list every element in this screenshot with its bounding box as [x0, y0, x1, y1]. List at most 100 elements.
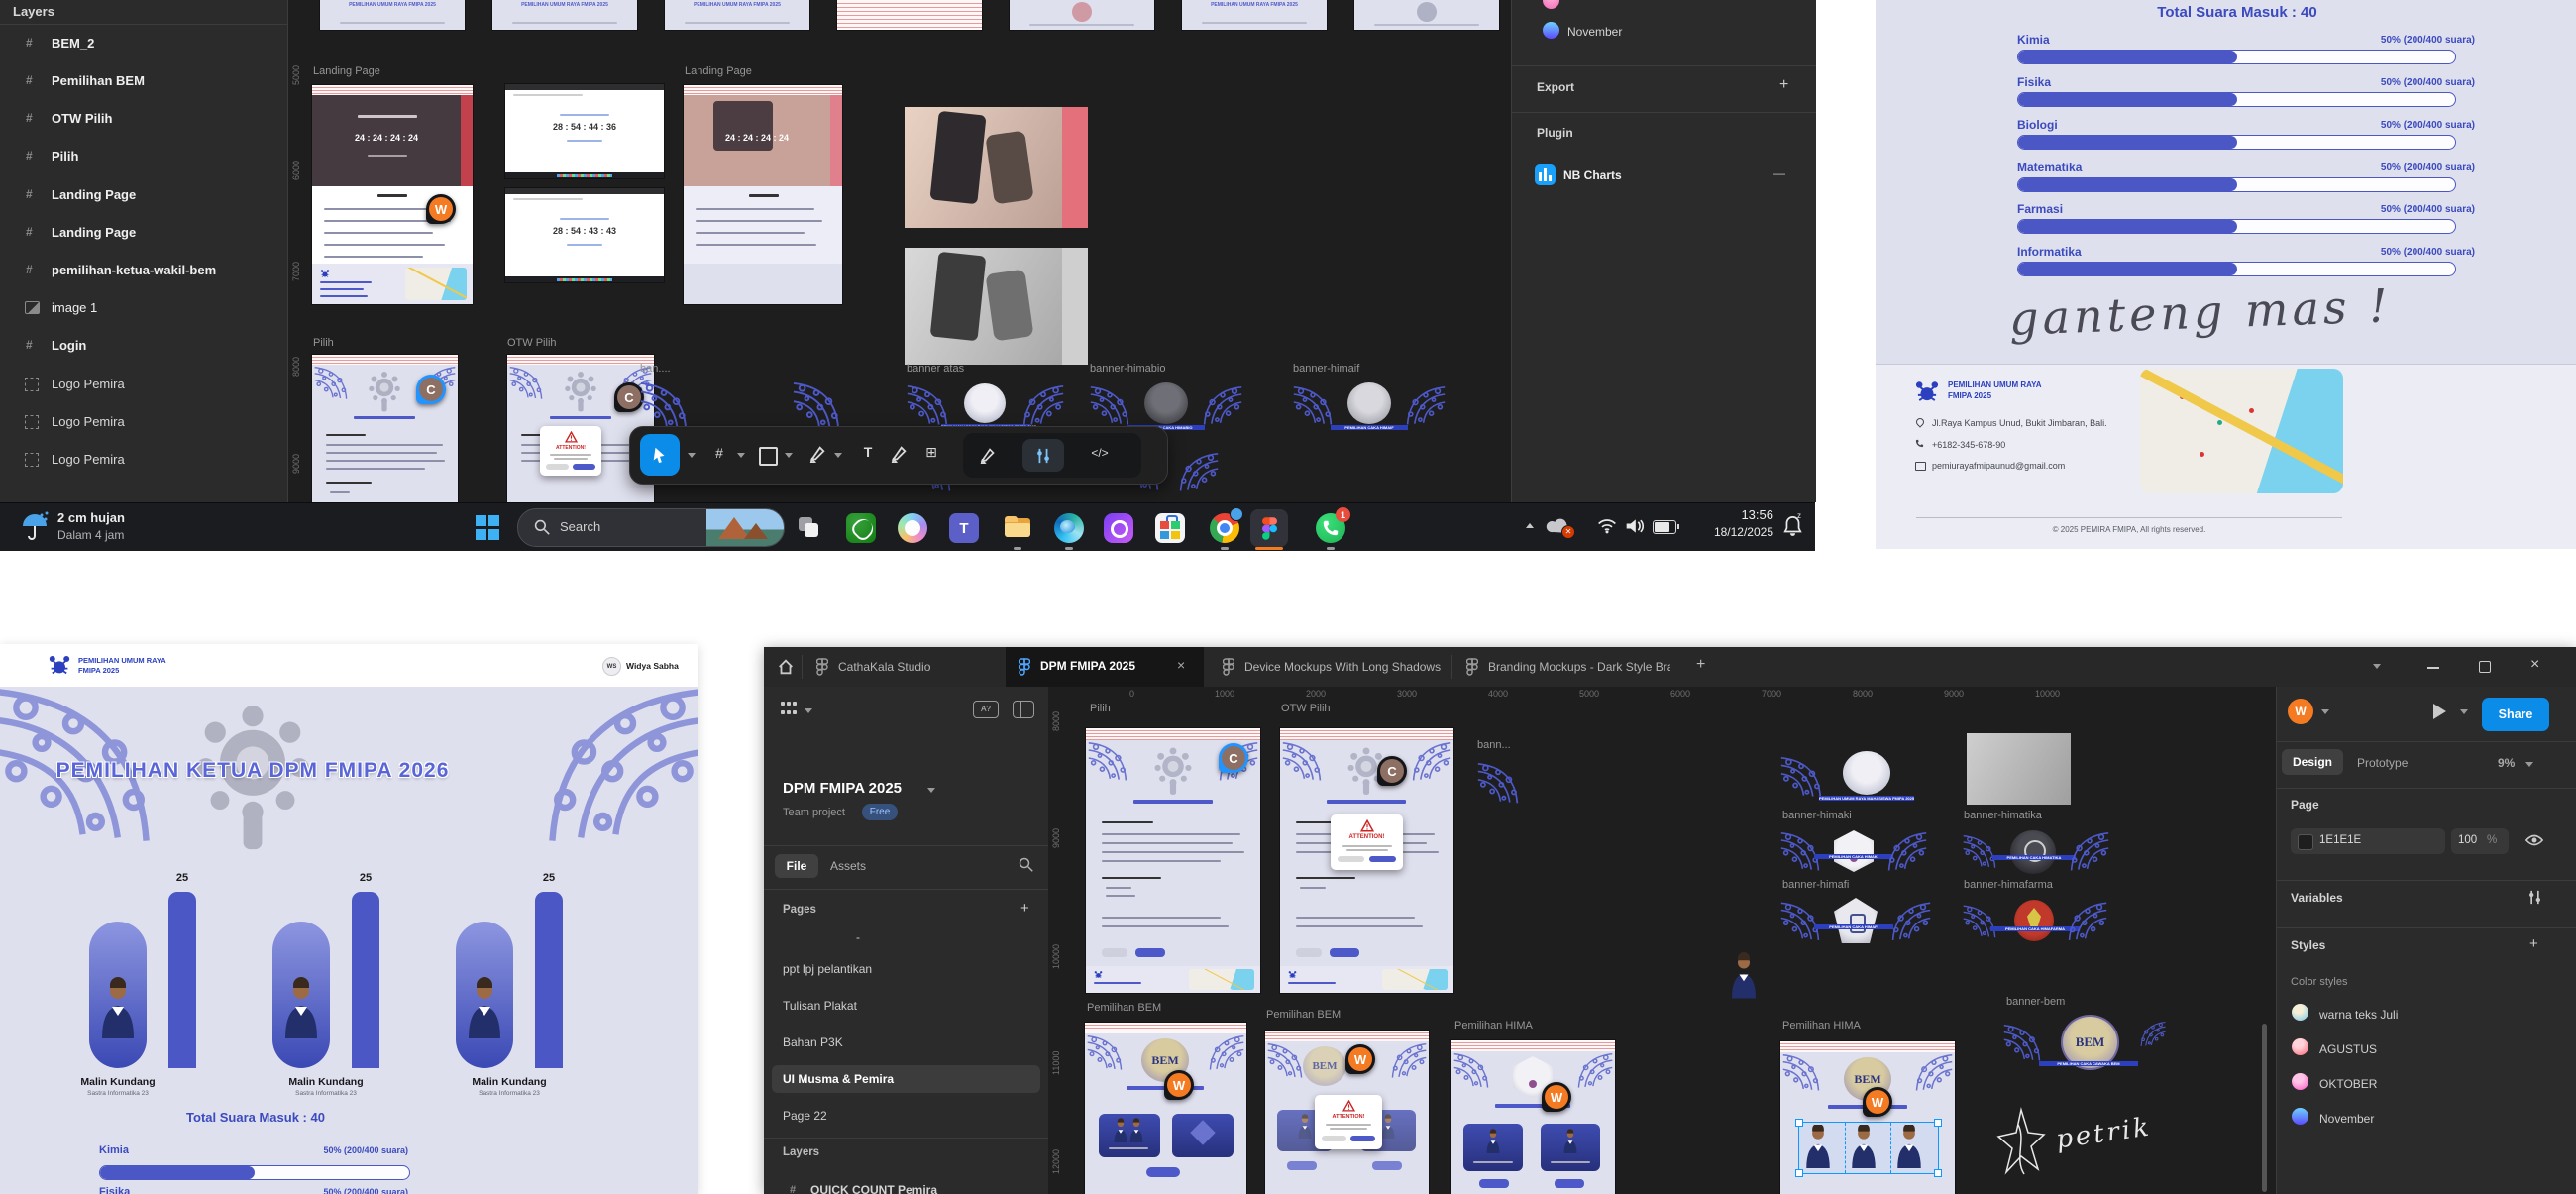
frame-label-bann[interactable]: bann...: [1477, 739, 1511, 751]
main-menu-icon[interactable]: [781, 702, 797, 717]
browser-screenshot-2[interactable]: 28 : 54 : 43 : 43: [505, 188, 664, 282]
frame-label-pilih[interactable]: Pilih: [1090, 703, 1111, 714]
color-style-label[interactable]: November: [2319, 1112, 2374, 1126]
ms-store-icon[interactable]: [1155, 513, 1185, 543]
banner-atas-photo-gray[interactable]: [905, 248, 1088, 365]
attention-modal[interactable]: ATTENTION!: [1315, 1095, 1382, 1149]
loop-icon[interactable]: [1104, 513, 1133, 543]
layer-row[interactable]: image 1: [0, 292, 287, 330]
frame-label-himafi[interactable]: banner-himafi: [1782, 879, 1849, 891]
search-icon[interactable]: [1019, 857, 1033, 872]
tab-branding-mockups[interactable]: Branding Mockups - Dark Style Brand: [1454, 647, 1670, 687]
weather-text[interactable]: 2 cm hujan: [57, 510, 125, 525]
page-section-title[interactable]: Page: [2291, 798, 2319, 812]
chevron-down-icon[interactable]: [2525, 762, 2533, 771]
battery-icon[interactable]: [1653, 520, 1676, 534]
pages-section-title[interactable]: Pages: [783, 904, 816, 916]
frame-label-himabio[interactable]: banner-himabio: [1090, 363, 1165, 375]
actions-tool-button[interactable]: ⊞: [919, 444, 943, 461]
clock-date[interactable]: 18/12/2025: [1684, 525, 1773, 539]
layer-row[interactable]: #Landing Page: [0, 217, 287, 255]
color-style-swatch[interactable]: [2292, 1038, 2308, 1055]
modal-ok-button[interactable]: [1350, 1136, 1375, 1141]
variables-icon[interactable]: [2527, 890, 2542, 905]
canvas-frame-partial[interactable]: PEMILIHAN UMUM RAYA FMIPA 2025: [320, 0, 465, 30]
file-name[interactable]: DPM FMIPA 2025: [783, 780, 902, 797]
rename-shortcut-icon[interactable]: A?: [973, 701, 999, 718]
color-style-swatch[interactable]: [2292, 1073, 2308, 1090]
frame-label-pbem2[interactable]: Pemilihan BEM: [1266, 1009, 1341, 1021]
frame-label-landing-2[interactable]: Landing Page: [685, 65, 752, 77]
frame-label-himatika[interactable]: banner-himatika: [1964, 810, 2042, 821]
dev-mode-toggle[interactable]: [1022, 439, 1064, 472]
plugin-item-label[interactable]: NB Charts: [1563, 168, 1622, 182]
frame-label-otw[interactable]: OTW Pilih: [1281, 703, 1331, 714]
color-style-label[interactable]: OKTOBER: [2319, 1077, 2377, 1091]
browser-screenshot-1[interactable]: 28 : 54 : 44 : 36: [505, 84, 664, 178]
new-tab-button[interactable]: [1696, 656, 1705, 674]
frame-label-himaif[interactable]: banner-himaif: [1293, 363, 1359, 375]
page-color-hex[interactable]: 1E1E1E: [2319, 834, 2361, 846]
frame-label-pbem1[interactable]: Pemilihan BEM: [1087, 1002, 1161, 1014]
text-tool-button[interactable]: T: [856, 444, 880, 460]
pencil-tool-button[interactable]: [890, 445, 908, 463]
user-avatar[interactable]: W: [2288, 699, 2313, 724]
share-button[interactable]: Share: [2482, 698, 2549, 731]
layer-row[interactable]: Logo Pemira: [0, 406, 287, 444]
opacity-value[interactable]: 100: [2458, 834, 2477, 846]
color-style-swatch[interactable]: [1543, 0, 1559, 9]
chevron-down-icon[interactable]: [805, 708, 812, 717]
chevron-down-icon[interactable]: [785, 453, 793, 462]
pemilihan-bem-frame-1[interactable]: BEM: [1085, 1023, 1246, 1194]
selected-group[interactable]: [1798, 1122, 1939, 1174]
attention-modal[interactable]: ATTENTION!: [1331, 814, 1403, 870]
weather-umbrella-icon[interactable]: [20, 510, 50, 542]
page-opacity-field[interactable]: 100 %: [2451, 828, 2509, 854]
task-view-icon[interactable]: [795, 513, 824, 543]
modal-cancel-button[interactable]: [1322, 1136, 1346, 1141]
volume-icon[interactable]: [1625, 518, 1645, 534]
canvas-frame-partial[interactable]: PEMILIHAN UMUM RAYA FMIPA 2025: [665, 0, 809, 30]
weather-subtext[interactable]: Dalam 4 jam: [57, 528, 124, 542]
chrome-icon[interactable]: [1210, 513, 1239, 543]
variables-section-title[interactable]: Variables: [2291, 891, 2343, 905]
page-color-field[interactable]: 1E1E1E: [2291, 828, 2445, 854]
file-explorer-icon[interactable]: [1003, 513, 1032, 543]
modal-cancel-button[interactable]: [1338, 856, 1364, 862]
chevron-down-icon[interactable]: [2321, 709, 2329, 718]
color-style-label[interactable]: warna teks Juli: [2319, 1008, 2398, 1022]
home-icon[interactable]: [777, 658, 795, 676]
user-avatar[interactable]: WS: [602, 657, 621, 676]
tab-assets[interactable]: Assets: [830, 859, 866, 873]
frame-label-ban[interactable]: ban....: [640, 363, 671, 375]
landing-page-frame-1[interactable]: 24 : 24 : 24 : 24: [312, 85, 473, 304]
banner-photo-gray[interactable]: [1967, 733, 2071, 805]
banner-atas-photo[interactable]: [905, 107, 1088, 228]
layer-row[interactable]: #BEM_2: [0, 28, 287, 65]
frame-label-landing-1[interactable]: Landing Page: [313, 65, 380, 77]
user-name[interactable]: Widya Sabha: [626, 661, 679, 671]
add-page-button[interactable]: [1020, 900, 1029, 917]
tray-expand-icon[interactable]: [1526, 523, 1534, 528]
xbox-icon[interactable]: [846, 513, 876, 543]
frame-label-himaki[interactable]: banner-himaki: [1782, 810, 1852, 821]
window-minimize-button[interactable]: [2427, 667, 2439, 669]
export-add-button[interactable]: [1779, 76, 1788, 94]
chevron-down-icon[interactable]: [834, 453, 842, 462]
color-style-swatch[interactable]: [2292, 1108, 2308, 1125]
tab-design[interactable]: Design: [2282, 749, 2343, 775]
add-style-button[interactable]: [2529, 935, 2538, 952]
frame-label-banner-bem[interactable]: banner-bem: [2006, 996, 2065, 1008]
chevron-down-icon[interactable]: [688, 453, 696, 462]
canvas-frame-partial[interactable]: [837, 0, 982, 30]
color-style-label[interactable]: AGUSTUS: [2319, 1042, 2377, 1056]
page-item[interactable]: -: [856, 930, 860, 944]
pen-tool-button[interactable]: [808, 445, 826, 463]
move-tool-button[interactable]: [640, 434, 680, 476]
layer-row[interactable]: #Login: [0, 330, 287, 368]
landing-page-frame-2[interactable]: 24 : 24 : 24 : 24: [684, 85, 842, 304]
styles-section-title[interactable]: Styles: [2291, 938, 2325, 952]
layer-row[interactable]: Logo Pemira: [0, 369, 287, 406]
frame-label-otw[interactable]: OTW Pilih: [507, 337, 557, 349]
footer-map[interactable]: [2140, 369, 2343, 493]
